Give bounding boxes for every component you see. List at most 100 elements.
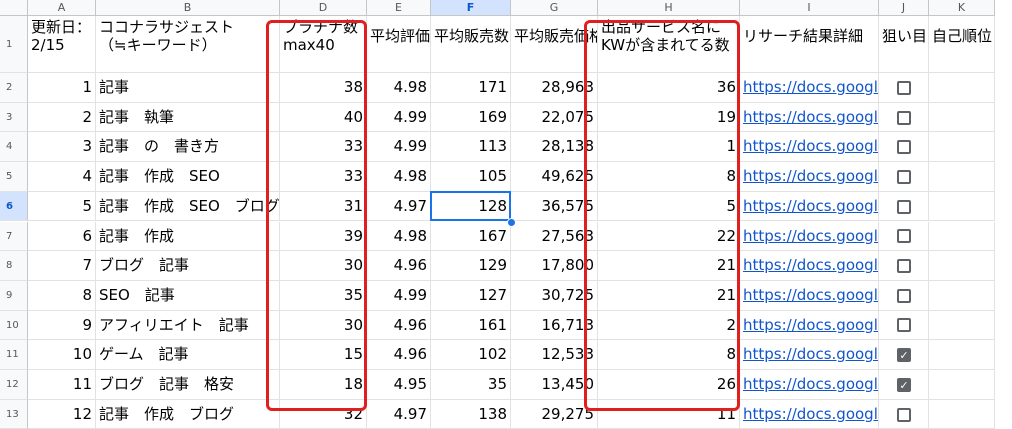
cell-j[interactable]	[879, 73, 929, 103]
row-number[interactable]: 3	[0, 102, 28, 133]
cell-f[interactable]: 127	[431, 280, 511, 311]
row-number[interactable]: 12	[0, 370, 28, 400]
cell-a[interactable]: 7	[28, 251, 96, 281]
row-number[interactable]: 2	[0, 73, 28, 103]
checkbox[interactable]	[897, 110, 911, 125]
cell-f[interactable]: 102	[431, 340, 511, 370]
column-header-h[interactable]: H	[598, 0, 740, 16]
cell-k[interactable]	[929, 340, 995, 370]
cell-b[interactable]: 記事	[96, 73, 280, 103]
row-number[interactable]: 5	[0, 162, 28, 192]
link-research-detail[interactable]: https://docs.google.com	[740, 310, 879, 341]
cell-e[interactable]: 4.95	[367, 370, 431, 400]
cell-f[interactable]: 171	[431, 73, 511, 103]
cell-b[interactable]: 記事 作成 SEO	[96, 162, 280, 192]
cell-j[interactable]	[879, 399, 929, 429]
cell-e[interactable]: 4.96	[367, 310, 431, 341]
cell-a[interactable]: 5	[28, 191, 96, 222]
link-research-detail[interactable]: https://docs.google.com	[740, 251, 879, 281]
checkbox[interactable]: ✓	[897, 348, 911, 363]
cell-f[interactable]: 105	[431, 162, 511, 192]
column-header-a[interactable]: A	[28, 0, 96, 16]
link-research-detail[interactable]: https://docs.google.com	[740, 221, 879, 252]
link-research-detail[interactable]: https://docs.google.com	[740, 399, 879, 429]
cell-k[interactable]	[929, 310, 995, 341]
row-number[interactable]: 1	[0, 16, 28, 73]
checkbox[interactable]	[897, 229, 911, 244]
cell-k[interactable]	[929, 399, 995, 429]
link-research-detail[interactable]: https://docs.google.com	[740, 102, 879, 133]
cell-e[interactable]: 4.97	[367, 399, 431, 429]
cell-a[interactable]: 4	[28, 162, 96, 192]
header-cell-e[interactable]: 平均評価	[367, 16, 431, 73]
header-cell-j[interactable]: 狙い目	[879, 16, 929, 73]
cell-e[interactable]: 4.98	[367, 221, 431, 252]
link-research-detail[interactable]: https://docs.google.com	[740, 370, 879, 400]
cell-b[interactable]: SEO 記事	[96, 280, 280, 311]
cell-a[interactable]: 8	[28, 280, 96, 311]
cell-f[interactable]: 169	[431, 102, 511, 133]
cell-b[interactable]: ゲーム 記事	[96, 340, 280, 370]
column-header-i[interactable]: I	[740, 0, 879, 16]
row-number[interactable]: 13	[0, 399, 28, 429]
column-header-b[interactable]: B	[96, 0, 280, 16]
cell-k[interactable]	[929, 221, 995, 252]
header-cell-a[interactable]: 更新日： 2/15	[28, 16, 96, 73]
cell-b[interactable]: アフィリエイト 記事	[96, 310, 280, 341]
cell-e[interactable]: 4.99	[367, 102, 431, 133]
fill-handle[interactable]	[507, 217, 516, 227]
cell-b[interactable]: 記事 執筆	[96, 102, 280, 133]
select-all-corner[interactable]	[0, 0, 28, 16]
column-header-g[interactable]: G	[511, 0, 598, 16]
cell-k[interactable]	[929, 280, 995, 311]
cell-a[interactable]: 10	[28, 340, 96, 370]
cell-e[interactable]: 4.97	[367, 191, 431, 222]
cell-j[interactable]	[879, 191, 929, 222]
cell-j[interactable]	[879, 162, 929, 192]
cell-j[interactable]	[879, 280, 929, 311]
cell-j[interactable]: ✓	[879, 340, 929, 370]
cell-b[interactable]: 記事 作成 SEO ブログ	[96, 191, 280, 222]
cell-a[interactable]: 2	[28, 102, 96, 133]
column-header-j[interactable]: J	[879, 0, 929, 16]
header-cell-k[interactable]: 自己順位	[929, 16, 995, 73]
column-header-e[interactable]: E	[367, 0, 431, 16]
checkbox[interactable]	[897, 80, 911, 95]
checkbox[interactable]	[897, 318, 911, 333]
cell-j[interactable]: ✓	[879, 370, 929, 400]
cell-e[interactable]: 4.98	[367, 73, 431, 103]
column-header-f[interactable]: F	[431, 0, 511, 16]
cell-k[interactable]	[929, 162, 995, 192]
link-research-detail[interactable]: https://docs.google.com	[740, 162, 879, 192]
cell-k[interactable]	[929, 251, 995, 281]
checkbox[interactable]	[897, 140, 911, 155]
checkbox[interactable]	[897, 169, 911, 184]
cell-a[interactable]: 6	[28, 221, 96, 252]
header-cell-i[interactable]: リサーチ結果詳細	[740, 16, 879, 73]
spreadsheet-grid[interactable]: A B D E F G H I J K 1 更新日： 2/15 ココナラサジェスト （≒キーワード） プラ…	[0, 0, 1012, 429]
cell-j[interactable]	[879, 221, 929, 252]
cell-e[interactable]: 4.99	[367, 132, 431, 163]
cell-j[interactable]	[879, 132, 929, 163]
checkbox[interactable]: ✓	[897, 377, 911, 392]
cell-b[interactable]: ブログ 記事 格安	[96, 370, 280, 400]
cell-e[interactable]: 4.96	[367, 340, 431, 370]
cell-f[interactable]: 113	[431, 132, 511, 163]
cell-b[interactable]: ブログ 記事	[96, 251, 280, 281]
cell-f[interactable]: 138	[431, 399, 511, 429]
cell-b[interactable]: 記事 の 書き方	[96, 132, 280, 163]
link-research-detail[interactable]: https://docs.google.com	[740, 191, 879, 222]
cell-e[interactable]: 4.99	[367, 280, 431, 311]
row-number[interactable]: 7	[0, 221, 28, 252]
cell-j[interactable]	[879, 251, 929, 281]
checkbox[interactable]	[897, 407, 911, 422]
cell-j[interactable]	[879, 102, 929, 133]
link-research-detail[interactable]: https://docs.google.com	[740, 73, 879, 103]
cell-k[interactable]	[929, 73, 995, 103]
row-number[interactable]: 8	[0, 251, 28, 281]
cell-k[interactable]	[929, 132, 995, 163]
row-number[interactable]: 6	[0, 191, 28, 222]
cell-k[interactable]	[929, 102, 995, 133]
row-number[interactable]: 11	[0, 340, 28, 370]
row-number[interactable]: 4	[0, 132, 28, 163]
